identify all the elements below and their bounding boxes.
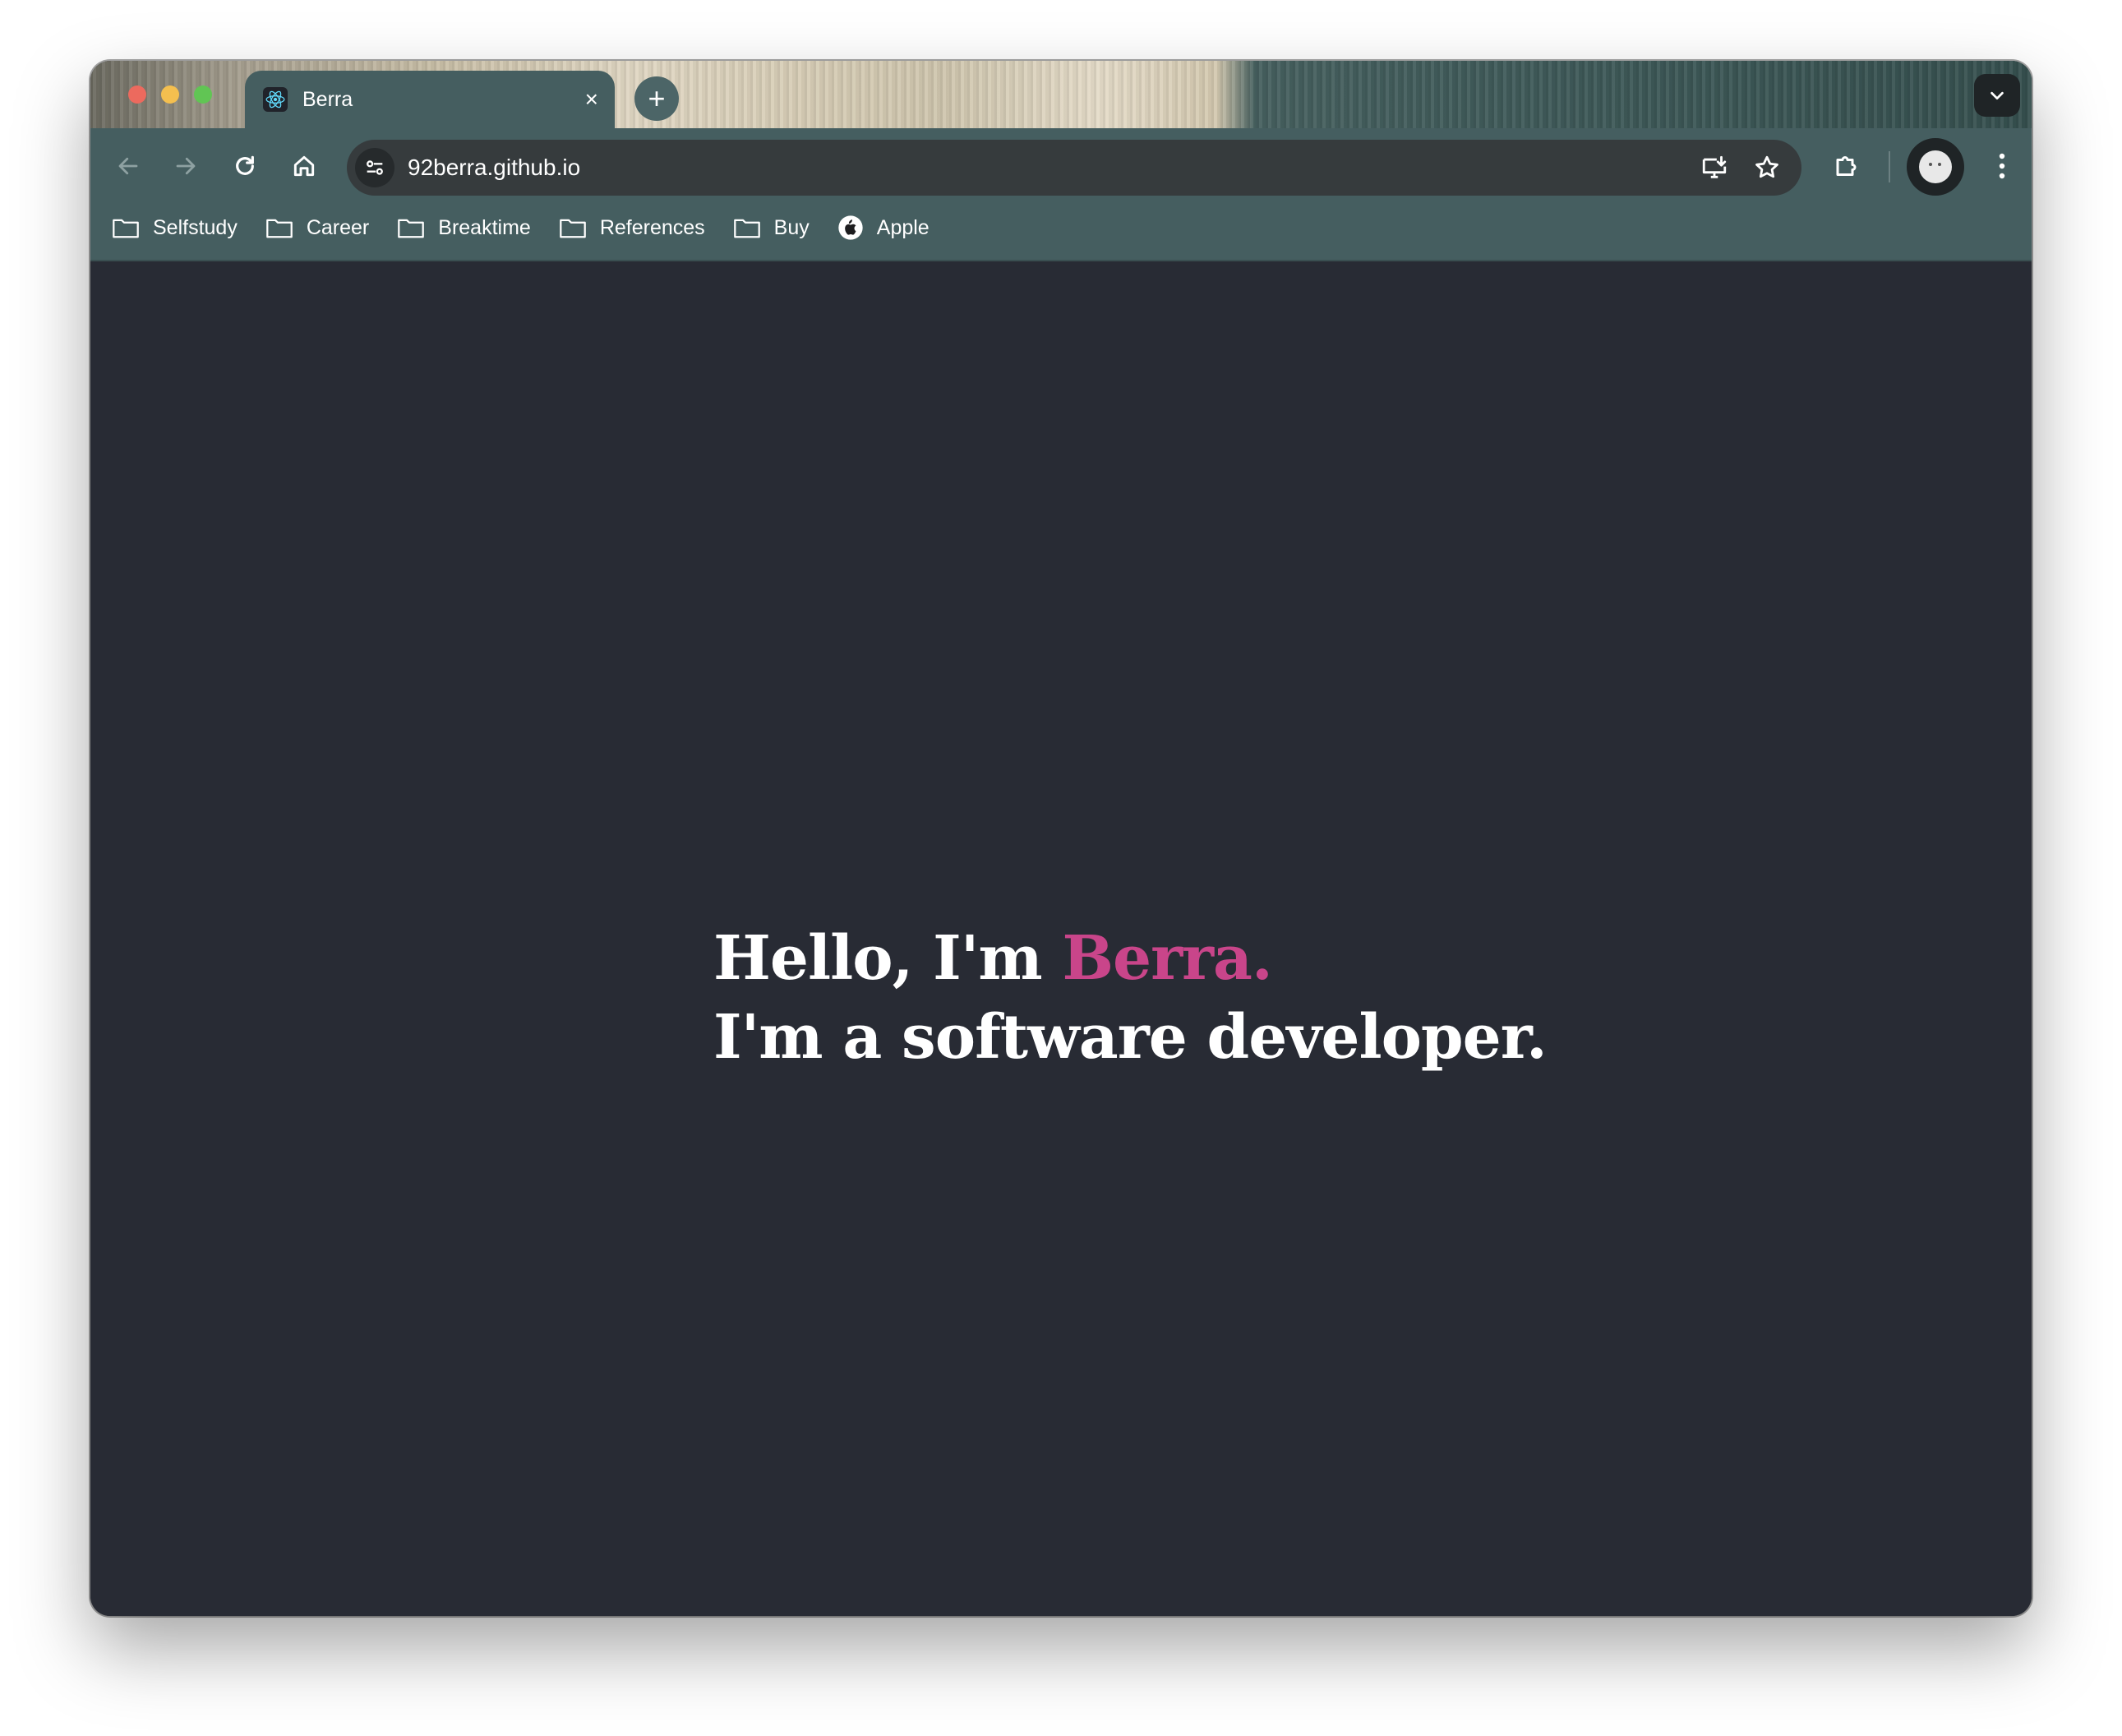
- react-icon: [263, 87, 288, 112]
- tab-search-button[interactable]: [1974, 74, 2020, 117]
- site-info-icon[interactable]: [355, 148, 394, 187]
- greeting-text: Hello, I'm: [713, 923, 1063, 994]
- bookmark-label: Selfstudy: [153, 215, 238, 239]
- name-highlight: Berra.: [1062, 923, 1272, 994]
- install-app-icon[interactable]: [1695, 148, 1734, 187]
- browser-menu-button[interactable]: [1979, 143, 2025, 189]
- forward-button[interactable]: [163, 143, 209, 189]
- tagline: I'm a software developer.: [713, 1002, 1548, 1073]
- bookmark-apple[interactable]: Apple: [837, 207, 939, 248]
- avatar: [1919, 150, 1952, 183]
- bookmark-label: Apple: [876, 215, 930, 239]
- extensions-button[interactable]: [1824, 143, 1871, 189]
- browser-window: Berra × + 92berra.github.io Selfstudy Ca…: [90, 61, 2032, 1616]
- bookmark-label: References: [599, 215, 705, 239]
- arrow-right-icon: [176, 157, 196, 175]
- maximize-window-button[interactable]: [194, 85, 212, 104]
- browser-tab[interactable]: Berra ×: [245, 71, 615, 128]
- folder-icon: [559, 219, 586, 238]
- folder-icon: [266, 219, 293, 238]
- more-vert-icon: [1999, 153, 2005, 179]
- bookmark-career[interactable]: Career: [265, 207, 379, 248]
- tab-title: Berra: [302, 87, 353, 111]
- back-button[interactable]: [105, 143, 151, 189]
- greeting-line: Hello, I'm Berra.: [713, 919, 1547, 998]
- reload-button[interactable]: [222, 143, 268, 189]
- home-icon: [293, 155, 315, 177]
- apple-icon: [838, 215, 863, 240]
- page-content: Hello, I'm Berra. I'm a software develop…: [90, 261, 2032, 1616]
- address-bar[interactable]: 92berra.github.io: [347, 140, 1801, 196]
- toolbar-divider: [1889, 151, 1890, 182]
- profile-button[interactable]: [1907, 138, 1964, 196]
- minimize-window-button[interactable]: [161, 85, 179, 104]
- bookmark-buy[interactable]: Buy: [733, 207, 819, 248]
- folder-icon: [398, 219, 425, 238]
- home-button[interactable]: [281, 143, 327, 189]
- chevron-down-icon: [1991, 91, 2004, 100]
- bookmark-star-icon[interactable]: [1747, 148, 1787, 187]
- bookmarks-bar: Selfstudy Career Breaktime References Bu…: [112, 207, 957, 248]
- hero-text: Hello, I'm Berra. I'm a software develop…: [713, 919, 1548, 1077]
- browser-toolbar: 92berra.github.io Selfstudy Career Break…: [90, 128, 2032, 261]
- bookmark-label: Career: [306, 215, 370, 239]
- bookmark-label: Buy: [773, 215, 810, 239]
- url-text[interactable]: 92berra.github.io: [408, 140, 580, 196]
- new-tab-button[interactable]: +: [634, 76, 679, 121]
- bookmark-label: Breaktime: [438, 215, 531, 239]
- close-window-button[interactable]: [128, 85, 146, 104]
- arrow-left-icon: [118, 157, 138, 175]
- close-tab-icon[interactable]: ×: [585, 88, 598, 111]
- folder-icon: [733, 219, 760, 238]
- bookmark-selfstudy[interactable]: Selfstudy: [112, 207, 247, 248]
- reload-icon: [236, 155, 254, 175]
- folder-icon: [113, 219, 139, 238]
- bookmark-references[interactable]: References: [559, 207, 715, 248]
- bookmark-breaktime[interactable]: Breaktime: [397, 207, 541, 248]
- puzzle-icon: [1836, 156, 1857, 176]
